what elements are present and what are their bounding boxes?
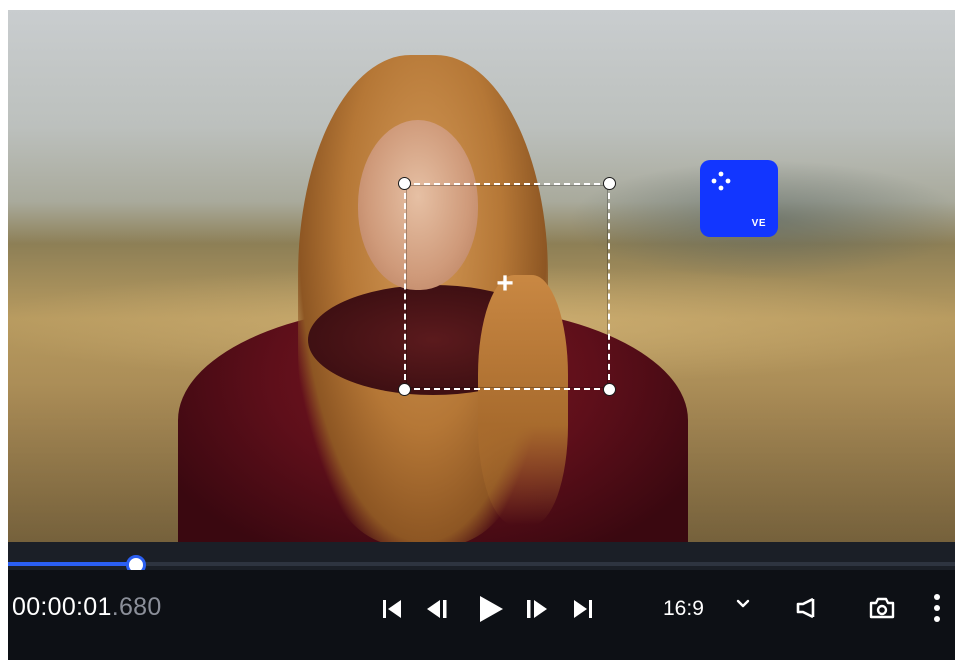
crop-handle-bottom-right[interactable] [603, 383, 616, 396]
progress-fill [8, 562, 136, 566]
control-bar: 00:00:01.680 16:9 [8, 570, 955, 660]
timecode-milliseconds: .680 [111, 593, 162, 621]
chevron-down-icon[interactable] [735, 596, 751, 612]
move-crosshair-icon[interactable]: + [493, 269, 517, 299]
play-icon[interactable] [475, 594, 505, 624]
step-back-frame-icon[interactable] [425, 597, 451, 621]
video-player: + VE 00:00:01.680 16:9 [8, 10, 955, 660]
video-viewport[interactable]: + VE [8, 10, 955, 542]
logo-dots-icon [711, 171, 731, 191]
timecode: 00:00:01.680 [12, 593, 162, 622]
timecode-main: 00:00:01 [12, 593, 112, 621]
more-vertical-icon[interactable] [931, 592, 943, 624]
crop-handle-top-right[interactable] [603, 177, 616, 190]
skip-to-start-icon[interactable] [380, 597, 404, 621]
skip-to-end-icon[interactable] [571, 597, 595, 621]
timeline[interactable] [8, 542, 955, 575]
logo-text: VE [751, 218, 766, 229]
camera-icon[interactable] [868, 596, 896, 620]
crop-handle-bottom-left[interactable] [398, 383, 411, 396]
step-forward-frame-icon[interactable] [523, 597, 549, 621]
progress-track[interactable] [8, 555, 955, 575]
crop-handle-top-left[interactable] [398, 177, 411, 190]
speaker-icon[interactable] [793, 595, 819, 621]
watermark-logo: VE [700, 160, 778, 237]
aspect-ratio-select[interactable]: 16:9 [663, 597, 704, 621]
crop-selection-box[interactable]: + [398, 177, 616, 396]
